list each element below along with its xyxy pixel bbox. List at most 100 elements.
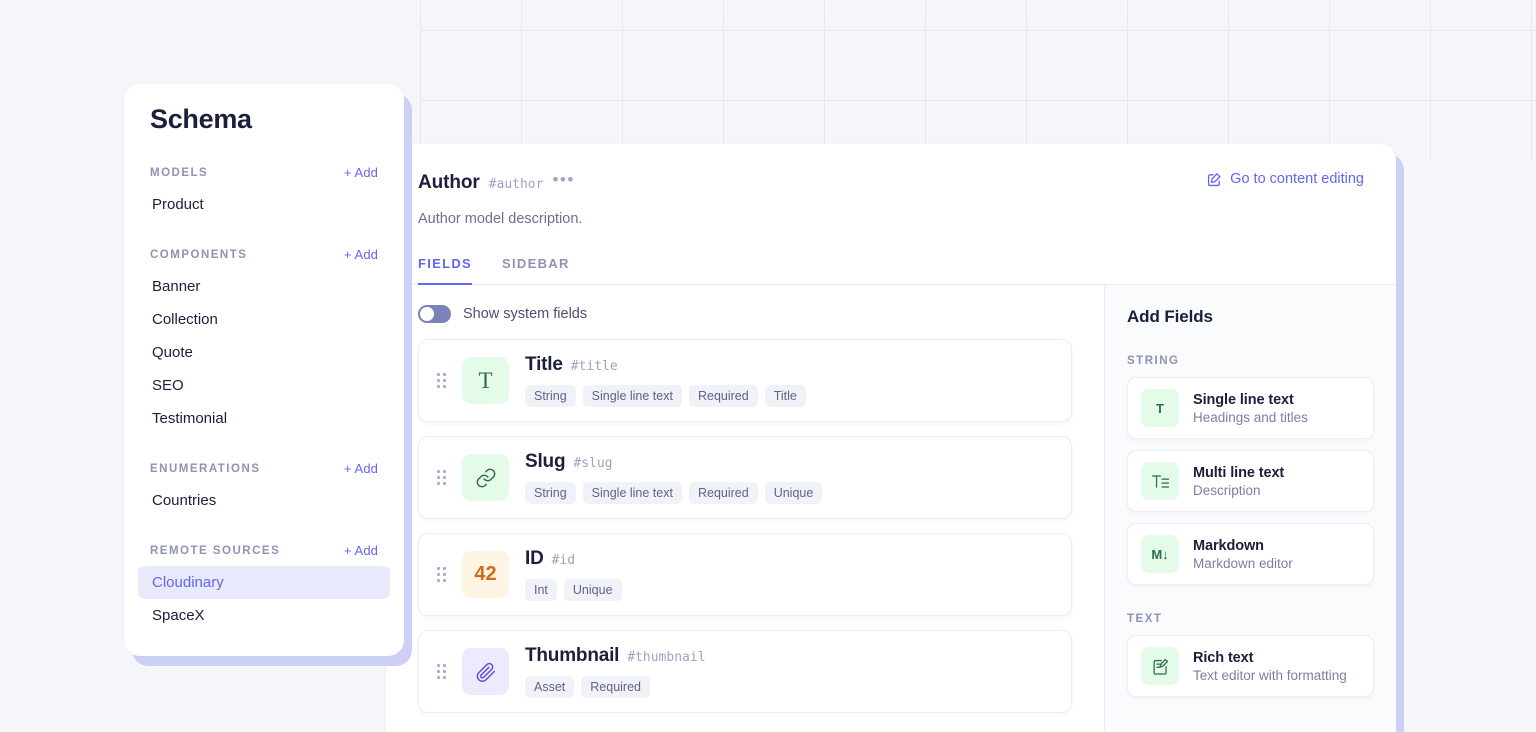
field-meta: Thumbnail #thumbnail Asset Required <box>525 645 1053 698</box>
show-system-fields-toggle[interactable] <box>418 305 451 323</box>
model-header: Author #author ••• Go to content editing… <box>386 144 1396 285</box>
sidebar-item-banner[interactable]: Banner <box>138 270 390 303</box>
field-name: ID <box>525 548 544 569</box>
status-badge: Required <box>688 385 758 407</box>
add-field-option-text: Markdown Markdown editor <box>1193 538 1293 571</box>
field-list: T Title #title String Single line text Requir… <box>418 339 1072 713</box>
add-fields-group-label: TEXT <box>1127 613 1163 625</box>
add-field-option-name: Single line text <box>1193 391 1294 408</box>
sidebar-item-testimonial[interactable]: Testimonial <box>138 402 390 435</box>
text-t-icon-glyph: T <box>478 367 493 393</box>
add-field-option-rich-text[interactable]: Rich text Text editor with formatting <box>1127 635 1374 697</box>
page-title: Author <box>418 172 480 193</box>
status-badge: Required <box>688 482 758 504</box>
add-field-option-description: Description <box>1193 482 1261 498</box>
drag-handle-icon[interactable] <box>437 567 446 582</box>
sidebar-group-label: REMOTE SOURCES <box>150 544 281 557</box>
sidebar-item-cloudinary[interactable]: Cloudinary <box>138 566 390 599</box>
sidebar-item-countries[interactable]: Countries <box>138 484 390 517</box>
sidebar-group-label: MODELS <box>150 166 209 179</box>
field-name: Slug <box>525 451 566 472</box>
toggle-knob <box>420 307 434 321</box>
sidebar-group-components: COMPONENTS + Add Banner Collection Quote SEO T… <box>124 247 404 435</box>
field-api-id: #slug <box>573 456 613 471</box>
status-badge: String <box>525 385 576 407</box>
sidebar-group-add-button[interactable]: + Add <box>344 165 378 180</box>
sidebar-item-spacex[interactable]: SpaceX <box>138 599 390 632</box>
add-field-option-multi-line-text[interactable]: Multi line text Description <box>1127 450 1374 512</box>
show-system-fields-row: Show system fields <box>418 305 1072 323</box>
add-field-option-text: Rich text Text editor with formatting <box>1193 650 1347 683</box>
add-field-option-markdown[interactable]: M↓ Markdown Markdown editor <box>1127 523 1374 585</box>
status-badge: Single line text <box>582 385 682 407</box>
grid-pattern-backdrop <box>420 0 1536 160</box>
status-badge: Unique <box>764 482 823 504</box>
sidebar-item-seo[interactable]: SEO <box>138 369 390 402</box>
multiline-text-icon <box>1141 462 1179 500</box>
field-api-id: #id <box>551 553 576 568</box>
status-badge: Int <box>525 579 557 601</box>
more-options-button[interactable]: ••• <box>552 171 574 188</box>
edit-square-icon <box>1207 172 1222 187</box>
sidebar-group-label: ENUMERATIONS <box>150 462 261 475</box>
tab-fields[interactable]: FIELDS <box>418 256 473 285</box>
add-field-option-single-line-text[interactable]: T Single line text Headings and titles <box>1127 377 1374 439</box>
sidebar-group-list: MODELS + Add Product COMPONENTS + Add Banner C… <box>124 165 404 632</box>
sidebar-group-header: COMPONENTS + Add <box>124 247 404 262</box>
field-name-row: ID #id <box>525 548 1053 570</box>
status-badge: Asset <box>525 676 575 698</box>
number-42-icon: 42 <box>462 551 509 598</box>
model-api-id: #author <box>488 177 544 192</box>
model-title-row: Author #author ••• Go to content editing <box>418 171 1364 194</box>
go-to-content-editing-label: Go to content editing <box>1230 171 1364 187</box>
field-tag-list: String Single line text Required Title <box>525 385 1053 407</box>
sidebar-group-label: COMPONENTS <box>150 248 248 261</box>
field-tag-list: Asset Required <box>525 676 1053 698</box>
add-field-option-name: Rich text <box>1193 649 1254 666</box>
add-field-option-name: Markdown <box>1193 537 1264 554</box>
grid-pattern-fade <box>420 0 1536 160</box>
add-field-option-text: Single line text Headings and titles <box>1193 392 1308 425</box>
field-tag-list: Int Unique <box>525 579 1053 601</box>
drag-handle-icon[interactable] <box>437 373 446 388</box>
add-fields-group-list: STRING T Single line text Headings and titl… <box>1127 355 1374 697</box>
status-badge: Single line text <box>582 482 682 504</box>
sidebar-group-add-button[interactable]: + Add <box>344 247 378 262</box>
table-row[interactable]: T Title #title String Single line text Requir… <box>418 339 1072 422</box>
sidebar-item-product[interactable]: Product <box>138 188 390 221</box>
sidebar-item-quote[interactable]: Quote <box>138 336 390 369</box>
show-system-fields-label: Show system fields <box>463 306 588 322</box>
field-name: Title <box>525 354 563 375</box>
fields-column: Show system fields T Title #title String Sin… <box>386 285 1104 732</box>
field-name-row: Title #title <box>525 354 1053 376</box>
status-badge: Required <box>581 676 650 698</box>
go-to-content-editing-link[interactable]: Go to content editing <box>1207 171 1364 187</box>
field-tag-list: String Single line text Required Unique <box>525 482 1053 504</box>
table-row[interactable]: 42 ID #id Int Unique <box>418 533 1072 616</box>
drag-handle-icon[interactable] <box>437 664 446 679</box>
add-field-option-description: Markdown editor <box>1193 555 1293 571</box>
sidebar-item-collection[interactable]: Collection <box>138 303 390 336</box>
sidebar-group-add-button[interactable]: + Add <box>344 543 378 558</box>
sidebar-group-add-button[interactable]: + Add <box>344 461 378 476</box>
drag-handle-icon[interactable] <box>437 470 446 485</box>
field-meta: Slug #slug String Single line text Required U… <box>525 451 1053 504</box>
markdown-icon: M↓ <box>1141 535 1179 573</box>
model-detail-panel: Author #author ••• Go to content editing… <box>386 144 1396 732</box>
model-tabs: FIELDS SIDEBAR <box>386 255 1396 285</box>
field-meta: Title #title String Single line text Require… <box>525 354 1053 407</box>
field-name-row: Slug #slug <box>525 451 1053 473</box>
add-fields-title: Add Fields <box>1127 307 1213 326</box>
sidebar-group-header: ENUMERATIONS + Add <box>124 461 404 476</box>
table-row[interactable]: Thumbnail #thumbnail Asset Required <box>418 630 1072 713</box>
add-field-option-name: Multi line text <box>1193 464 1285 481</box>
model-body: Show system fields T Title #title String Sin… <box>386 285 1396 732</box>
link-icon <box>462 454 509 501</box>
add-field-option-text: Multi line text Description <box>1193 465 1284 498</box>
sidebar-group-remote-sources: REMOTE SOURCES + Add Cloudinary SpaceX <box>124 543 404 632</box>
add-field-option-description: Headings and titles <box>1193 409 1308 425</box>
model-title-group: Author #author ••• <box>418 171 575 194</box>
sidebar-group-header: MODELS + Add <box>124 165 404 180</box>
table-row[interactable]: Slug #slug String Single line text Required U… <box>418 436 1072 519</box>
tab-sidebar[interactable]: SIDEBAR <box>502 256 570 285</box>
